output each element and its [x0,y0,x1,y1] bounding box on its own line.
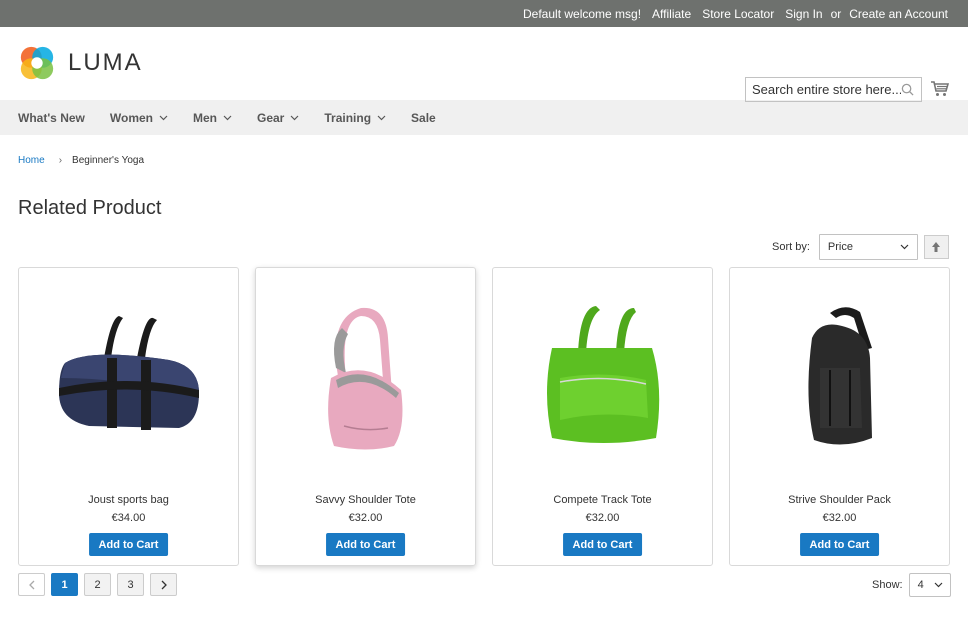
luma-logo-icon [20,46,54,80]
or-separator: or [830,6,842,21]
sort-value: Price [827,241,853,253]
top-bar: Default welcome msg! Affiliate Store Loc… [0,0,968,27]
page-2-button[interactable]: 2 [84,573,111,596]
nav-item-gear[interactable]: Gear [257,111,299,125]
chevron-left-icon [28,580,34,589]
product-price: €32.00 [585,512,620,524]
product-card[interactable]: Compete Track Tote €32.00 Add to Cart [492,267,713,566]
nav-label: Sale [411,110,436,125]
sort-select[interactable]: Price [818,234,918,260]
limiter: Show: 4 [872,573,951,597]
product-name[interactable]: Joust sports bag [19,494,238,506]
page-1-button[interactable]: 1 [51,573,78,596]
product-price: €32.00 [348,512,383,524]
chevron-down-icon [900,244,909,250]
arrow-up-icon [932,242,941,252]
product-image[interactable] [755,293,925,463]
nav-item-whats-new[interactable]: What's New [18,111,85,125]
product-card[interactable]: Savvy Shoulder Tote €32.00 Add to Cart [255,267,476,566]
search-input[interactable]: Search entire store here... [745,77,922,102]
product-image[interactable] [281,293,451,463]
create-account-link[interactable]: Create an Account [849,7,948,21]
nav-label: Women [109,110,153,125]
page-3-button[interactable]: 3 [117,573,144,596]
product-price: €34.00 [111,512,146,524]
sort-direction-button[interactable] [923,235,949,259]
breadcrumb-home-link[interactable]: Home [18,155,45,166]
search-placeholder: Search entire store here... [752,82,902,97]
nav-item-women[interactable]: Women [110,111,168,125]
add-to-cart-button[interactable]: Add to Cart [799,533,880,556]
product-price: €32.00 [822,512,857,524]
page-title: Related Product [18,197,162,219]
product-name[interactable]: Savvy Shoulder Tote [256,494,475,506]
sorter: Sort by: Price [772,234,949,260]
chevron-down-icon [159,115,168,120]
chevron-down-icon [934,582,943,588]
nav-item-men[interactable]: Men [193,111,232,125]
next-page-button[interactable] [150,573,177,596]
nav-item-training[interactable]: Training [324,111,386,125]
add-to-cart-button[interactable]: Add to Cart [325,533,406,556]
limiter-label: Show: [872,579,903,591]
product-image[interactable] [518,293,688,463]
product-name[interactable]: Compete Track Tote [493,494,712,506]
chevron-down-icon [223,115,232,120]
product-grid: Joust sports bag €34.00 Add to Cart Savv… [18,267,950,566]
limiter-select[interactable]: 4 [908,573,951,597]
add-to-cart-button[interactable]: Add to Cart [562,533,643,556]
store-locator-link[interactable]: Store Locator [702,7,774,21]
welcome-message: Default welcome msg! [523,6,642,21]
breadcrumb-current: Beginner's Yoga [72,155,145,166]
product-card[interactable]: Strive Shoulder Pack €32.00 Add to Cart [729,267,950,566]
nav-label: What's New [18,110,85,125]
pagination: 1 2 3 [18,573,177,596]
nav-label: Training [324,110,372,125]
chevron-right-icon: › [58,155,63,166]
nav-item-sale[interactable]: Sale [411,111,436,125]
chevron-right-icon [161,580,167,589]
sort-label: Sort by: [772,241,810,253]
previous-page-button[interactable] [18,573,45,596]
product-name[interactable]: Strive Shoulder Pack [730,494,949,506]
add-to-cart-button[interactable]: Add to Cart [88,533,169,556]
cart-icon[interactable] [931,81,950,97]
limiter-value: 4 [917,579,924,591]
sign-in-link[interactable]: Sign In [785,7,822,21]
main-nav: What's New Women Men Gear Training Sale [0,100,968,135]
nav-label: Gear [257,110,285,125]
chevron-down-icon [290,115,299,120]
search-icon[interactable] [901,83,915,97]
logo-text: LUMA [68,49,143,76]
product-card[interactable]: Joust sports bag €34.00 Add to Cart [18,267,239,566]
breadcrumb: Home › Beginner's Yoga [18,155,144,166]
product-image[interactable] [44,293,214,463]
chevron-down-icon [377,115,386,120]
nav-label: Men [193,110,217,125]
logo[interactable]: LUMA [18,44,143,82]
affiliate-link[interactable]: Affiliate [652,7,691,21]
header: LUMA Search entire store here... [0,27,968,102]
